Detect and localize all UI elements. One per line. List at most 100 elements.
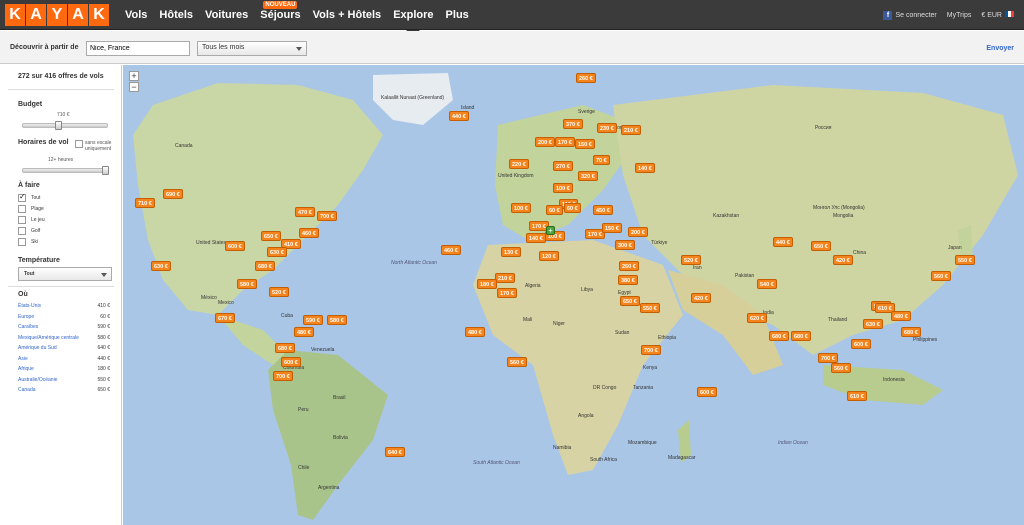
region-row[interactable]: Afrique 180 €: [18, 366, 110, 376]
zoom-in-button[interactable]: +: [129, 71, 139, 81]
world-map[interactable]: + − Kalaallit Nunaat (Greenland) Island Sv…: [123, 65, 1024, 525]
price-tag[interactable]: 300 €: [615, 240, 635, 250]
price-tag[interactable]: 460 €: [441, 245, 461, 255]
region-name[interactable]: Mexique/Amérique centrale: [18, 335, 79, 345]
currency-selector[interactable]: € EUR: [981, 11, 1014, 19]
price-tag[interactable]: 220 €: [509, 159, 529, 169]
price-tag[interactable]: 100 €: [511, 203, 531, 213]
price-tag[interactable]: 650 €: [620, 296, 640, 306]
activity-checkbox[interactable]: [18, 216, 26, 224]
price-tag[interactable]: 560 €: [931, 271, 951, 281]
price-tag[interactable]: 550 €: [640, 303, 660, 313]
price-tag[interactable]: 320 €: [578, 171, 598, 181]
price-tag[interactable]: 230 €: [597, 123, 617, 133]
price-tag[interactable]: 260 €: [576, 73, 596, 83]
price-tag[interactable]: 180 €: [477, 279, 497, 289]
price-tag[interactable]: 200 €: [628, 227, 648, 237]
nav-plus[interactable]: Plus: [440, 0, 475, 30]
nonstop-checkbox[interactable]: [75, 140, 83, 148]
price-tag[interactable]: 520 €: [681, 255, 701, 265]
price-tag[interactable]: 590 €: [303, 315, 323, 325]
price-tag[interactable]: 440 €: [773, 237, 793, 247]
price-tag[interactable]: 440 €: [449, 111, 469, 121]
region-name[interactable]: Afrique: [18, 366, 34, 376]
price-tag[interactable]: 650 €: [811, 241, 831, 251]
price-tag[interactable]: 480 €: [465, 327, 485, 337]
activity-row[interactable]: Tout: [18, 192, 40, 203]
price-tag[interactable]: 170 €: [555, 137, 575, 147]
activity-row[interactable]: Plage: [18, 204, 44, 214]
price-tag[interactable]: 560 €: [507, 357, 527, 367]
region-row[interactable]: Mexique/Amérique centrale 580 €: [18, 335, 110, 345]
activity-checkbox[interactable]: [18, 205, 26, 213]
price-tag[interactable]: 630 €: [267, 247, 287, 257]
send-link[interactable]: Envoyer: [986, 45, 1014, 52]
price-tag[interactable]: 630 €: [151, 261, 171, 271]
price-tag[interactable]: 680 €: [901, 327, 921, 337]
flight-time-slider[interactable]: [22, 166, 109, 175]
month-select[interactable]: Tous les mois: [197, 41, 307, 56]
activity-checkbox[interactable]: [18, 238, 26, 246]
price-tag[interactable]: 620 €: [747, 313, 767, 323]
region-row[interactable]: Europe 60 €: [18, 314, 110, 324]
price-tag[interactable]: 370 €: [563, 119, 583, 129]
price-tag[interactable]: 420 €: [691, 293, 711, 303]
budget-slider-handle[interactable]: [54, 121, 62, 130]
price-tag[interactable]: 600 €: [851, 339, 871, 349]
price-tag[interactable]: 680 €: [769, 331, 789, 341]
region-name[interactable]: Caraïbes: [18, 324, 38, 334]
price-tag[interactable]: 520 €: [269, 287, 289, 297]
price-tag[interactable]: 150 €: [602, 223, 622, 233]
price-tag[interactable]: 60 €: [546, 205, 563, 215]
price-tag[interactable]: 700 €: [818, 353, 838, 363]
price-tag[interactable]: 380 €: [618, 275, 638, 285]
region-row[interactable]: Amérique du Sud 640 €: [18, 345, 110, 355]
activity-row[interactable]: Golf: [18, 226, 40, 236]
price-tag[interactable]: 200 €: [535, 137, 555, 147]
price-tag[interactable]: 540 €: [757, 279, 777, 289]
price-tag[interactable]: 470 €: [295, 207, 315, 217]
nav-vols-hotels[interactable]: Vols + Hôtels: [307, 0, 388, 30]
price-tag[interactable]: 630 €: [863, 319, 883, 329]
price-tag[interactable]: 120 €: [539, 251, 559, 261]
price-tag[interactable]: 680 €: [791, 331, 811, 341]
price-tag[interactable]: 270 €: [553, 161, 573, 171]
region-name[interactable]: États-Unis: [18, 303, 41, 313]
nav-hotels[interactable]: Hôtels: [153, 0, 199, 30]
price-tag[interactable]: 560 €: [831, 363, 851, 373]
temperature-select[interactable]: Tout: [18, 267, 112, 281]
region-name[interactable]: Asie: [18, 356, 28, 366]
activity-checkbox[interactable]: [18, 192, 26, 202]
price-tag[interactable]: 210 €: [621, 125, 641, 135]
price-tag[interactable]: 700 €: [317, 211, 337, 221]
price-tag[interactable]: 690 €: [163, 189, 183, 199]
activity-row[interactable]: Le jeu: [18, 215, 45, 225]
price-tag[interactable]: 70 €: [593, 155, 610, 165]
facebook-connect-link[interactable]: f Se connecter: [883, 10, 937, 20]
nav-explore[interactable]: Explore: [387, 0, 439, 36]
price-tag[interactable]: 710 €: [135, 198, 155, 208]
region-name[interactable]: Amérique du Sud: [18, 345, 57, 355]
price-tag[interactable]: 170 €: [497, 288, 517, 298]
region-row[interactable]: Asie 440 €: [18, 356, 110, 366]
price-tag[interactable]: 610 €: [847, 391, 867, 401]
price-tag[interactable]: 640 €: [385, 447, 405, 457]
price-tag[interactable]: 680 €: [255, 261, 275, 271]
price-tag[interactable]: 100 €: [553, 183, 573, 193]
price-tag[interactable]: 60 €: [564, 203, 581, 213]
zoom-out-button[interactable]: −: [129, 82, 139, 92]
price-tag[interactable]: 670 €: [215, 313, 235, 323]
region-name[interactable]: Europe: [18, 314, 34, 324]
price-tag[interactable]: 140 €: [526, 233, 546, 243]
region-name[interactable]: Canada: [18, 387, 36, 397]
nav-sejours[interactable]: NOUVEAU Séjours: [254, 0, 306, 30]
nav-vols[interactable]: Vols: [119, 0, 153, 30]
price-tag[interactable]: 580 €: [237, 279, 257, 289]
price-tag[interactable]: 580 €: [327, 315, 347, 325]
price-tag[interactable]: 600 €: [281, 357, 301, 367]
price-tag[interactable]: 460 €: [299, 228, 319, 238]
activity-row[interactable]: Ski: [18, 237, 38, 247]
price-tag[interactable]: 600 €: [697, 387, 717, 397]
region-name[interactable]: Australie/Océanie: [18, 377, 57, 387]
price-tag[interactable]: 700 €: [273, 371, 293, 381]
